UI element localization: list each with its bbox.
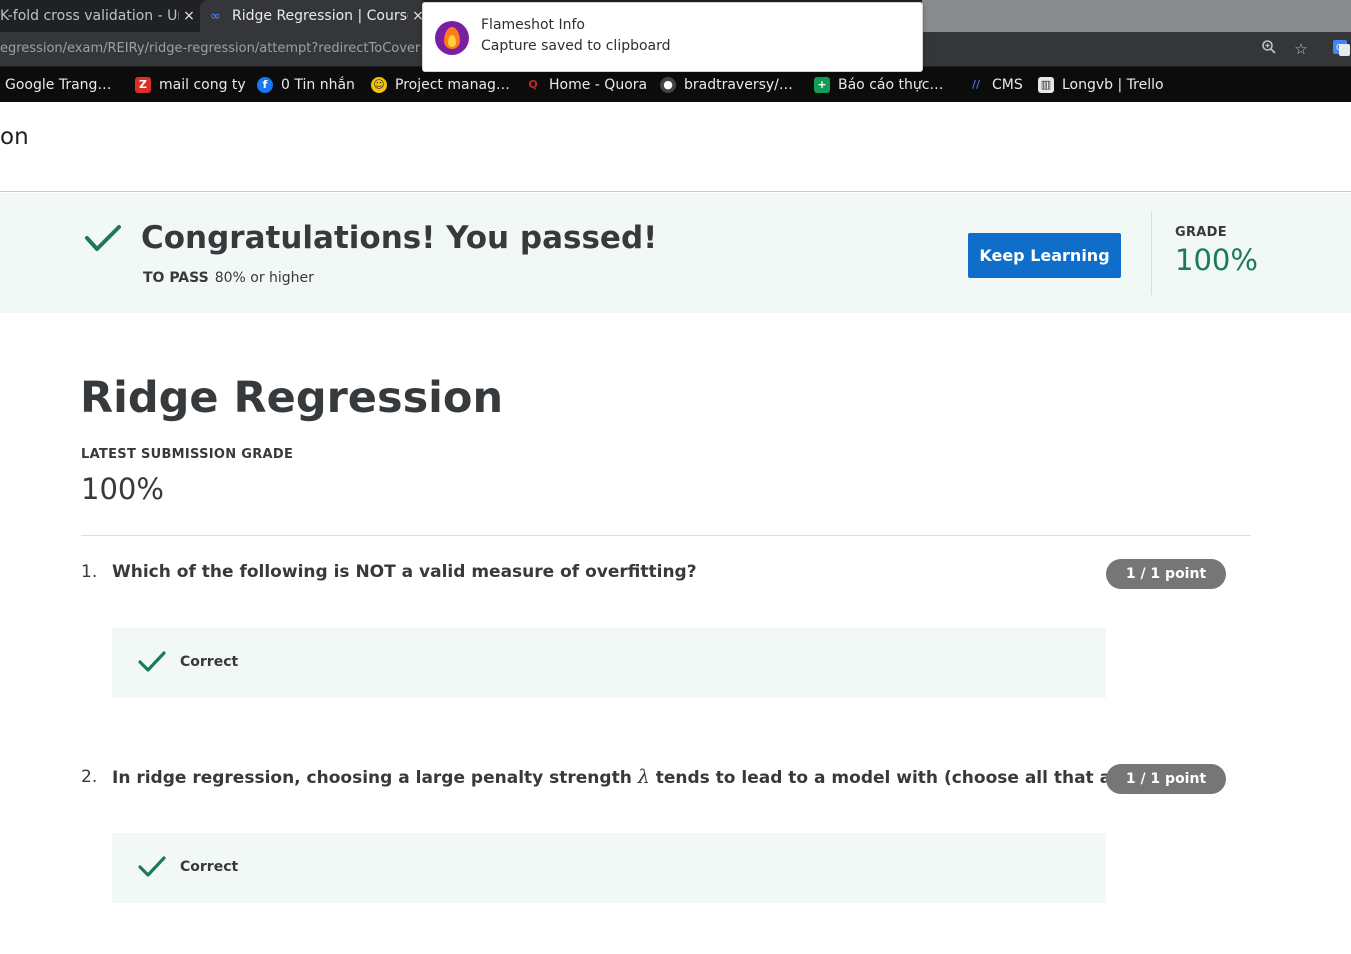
question-number: 1.	[81, 562, 98, 582]
pass-banner: Congratulations! You passed! TO PASS 80% …	[0, 193, 1351, 313]
url-text[interactable]: egression/exam/REIRy/ridge-regression/at…	[0, 41, 431, 56]
facebook-icon: f	[257, 77, 273, 93]
bookmark-quora[interactable]: Q Home - Quora	[525, 75, 647, 95]
divider	[1151, 211, 1152, 295]
bookmark-label: CMS	[992, 77, 1023, 93]
zimbra-mail-icon: Z	[135, 77, 151, 93]
quora-icon: Q	[528, 78, 538, 91]
lambda-symbol: λ	[637, 766, 650, 788]
question-text-part: In ridge regression, choosing a large pe…	[112, 768, 632, 788]
bookmark-star-icon[interactable]: ☆	[1291, 39, 1311, 59]
notification-title: Flameshot Info	[481, 17, 585, 33]
bookmark-label: bradtraversy/…	[684, 77, 793, 93]
tab-title: K-fold cross validation - Un	[0, 8, 179, 24]
notification-body: Capture saved to clipboard	[481, 38, 671, 54]
tab-kfold[interactable]: K-fold cross validation - Un ×	[0, 0, 199, 32]
bookmark-label: Project manag…	[395, 77, 510, 93]
sheets-icon: +	[814, 77, 830, 93]
points-badge: 1 / 1 point	[1106, 764, 1226, 794]
bookmark-label: Google Trang…	[5, 77, 112, 93]
github-icon: ●	[660, 77, 676, 93]
bookmark-trello[interactable]: ▥ Longvb | Trello	[1038, 75, 1164, 95]
tab-title: Ridge Regression | Course	[232, 8, 408, 24]
trello-icon: ▥	[1038, 77, 1054, 93]
latest-submission-label: LATEST SUBMISSION GRADE	[81, 447, 294, 462]
check-icon	[138, 856, 166, 877]
svg-text:G: G	[1336, 43, 1342, 52]
question-number: 2.	[81, 767, 98, 787]
answer-feedback: Correct	[112, 833, 1106, 903]
answer-feedback: Correct	[112, 628, 1106, 698]
tab-strip-empty-area	[922, 0, 1351, 32]
coursera-favicon-icon: ∞	[210, 8, 221, 24]
correct-label: Correct	[180, 859, 239, 875]
bookmark-mail[interactable]: Z mail cong ty	[135, 75, 246, 95]
project-icon: ☺	[371, 77, 387, 93]
points-badge: 1 / 1 point	[1106, 559, 1226, 589]
page-header: on	[0, 102, 1351, 192]
bookmark-facebook[interactable]: f 0 Tin nhắn	[257, 75, 355, 95]
bookmark-sheets[interactable]: + Báo cáo thực…	[814, 75, 943, 95]
grade-label: GRADE	[1175, 225, 1227, 240]
flameshot-notification[interactable]: Flameshot Info Capture saved to clipboar…	[422, 2, 923, 72]
bookmark-github[interactable]: ● bradtraversy/…	[660, 75, 793, 95]
grade-value: 100%	[1175, 243, 1258, 277]
bookmark-label: mail cong ty	[159, 77, 246, 93]
correct-label: Correct	[180, 654, 239, 670]
course-title-truncated: on	[0, 124, 29, 150]
check-icon	[138, 651, 166, 672]
to-pass-label: TO PASS	[143, 270, 209, 286]
tab-ridge-regression[interactable]: ∞ Ridge Regression | Course ×	[200, 0, 428, 32]
zoom-icon[interactable]	[1259, 39, 1279, 59]
divider	[81, 535, 1251, 536]
to-pass-info: TO PASS 80% or higher	[143, 270, 314, 286]
page-title: Ridge Regression	[80, 373, 504, 423]
tab-close-icon[interactable]: ×	[179, 8, 199, 24]
bookmark-google-translate[interactable]: Google Trang…	[5, 75, 111, 95]
check-icon	[85, 225, 121, 251]
question-text-part: tends to lead to a model with (choose al…	[655, 768, 1167, 788]
bookmark-label: Home - Quora	[549, 77, 648, 93]
flameshot-icon	[435, 21, 469, 55]
question-text: Which of the following is NOT a valid me…	[112, 562, 697, 582]
bookmark-project[interactable]: ☺ Project manag…	[371, 75, 510, 95]
bookmark-label: Longvb | Trello	[1062, 77, 1164, 93]
question-text: In ridge regression, choosing a large pe…	[112, 766, 1167, 788]
to-pass-value: 80% or higher	[214, 270, 314, 286]
latest-submission-grade: 100%	[81, 472, 164, 506]
congrats-headline: Congratulations! You passed!	[141, 220, 658, 256]
cms-icon: //	[971, 78, 981, 91]
bookmark-cms[interactable]: // CMS	[968, 75, 1023, 95]
keep-learning-button[interactable]: Keep Learning	[968, 233, 1121, 278]
bookmark-label: Báo cáo thực…	[838, 77, 944, 93]
bookmark-label: 0 Tin nhắn	[281, 77, 355, 93]
google-translate-extension-icon[interactable]: G	[1331, 39, 1351, 59]
